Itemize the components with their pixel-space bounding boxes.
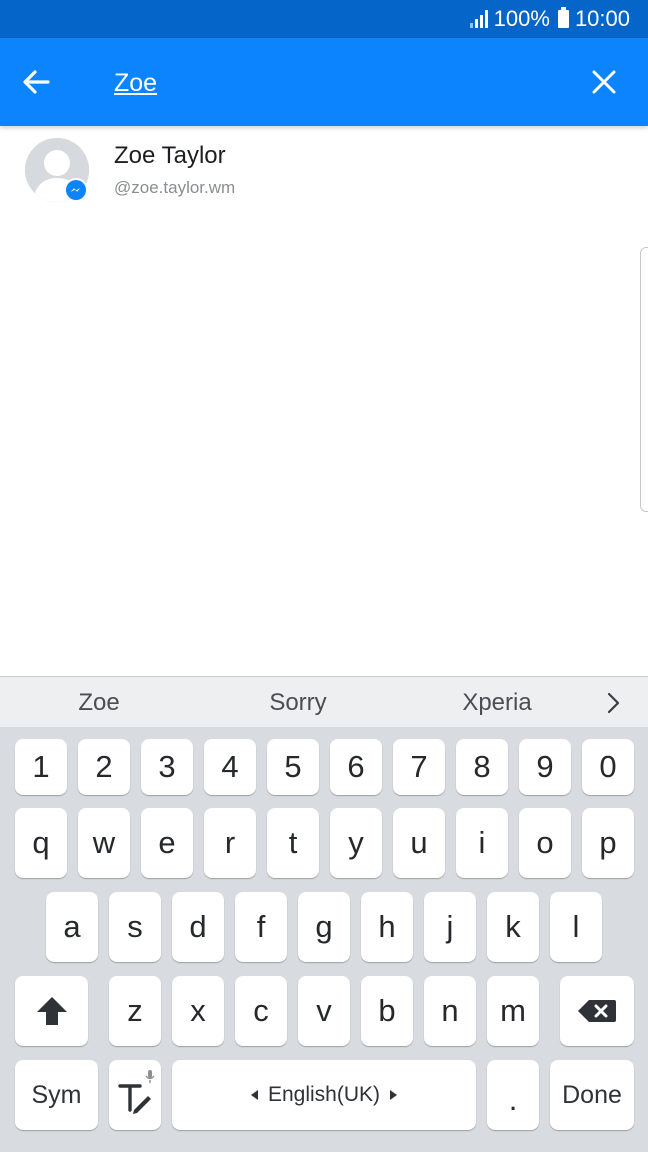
search-input[interactable]	[114, 66, 554, 100]
period-key[interactable]: .	[487, 1060, 539, 1130]
back-button[interactable]	[14, 60, 58, 104]
messenger-icon	[66, 180, 86, 200]
key-3[interactable]: 3	[141, 739, 193, 795]
key-s[interactable]: s	[109, 892, 161, 962]
key-0[interactable]: 0	[582, 739, 634, 795]
key-h[interactable]: h	[361, 892, 413, 962]
key-4[interactable]: 4	[204, 739, 256, 795]
key-j[interactable]: j	[424, 892, 476, 962]
key-o[interactable]: o	[519, 808, 571, 878]
text-format-icon	[118, 1070, 155, 1114]
key-i[interactable]: i	[456, 808, 508, 878]
suggestion-bar: Zoe Sorry Xperia	[0, 676, 648, 727]
language-right-arrow-icon	[390, 1090, 398, 1100]
battery-icon	[557, 7, 569, 28]
key-u[interactable]: u	[393, 808, 445, 878]
search-toolbar	[0, 38, 648, 126]
key-2[interactable]: 2	[78, 739, 130, 795]
key-t[interactable]: t	[267, 808, 319, 878]
key-d[interactable]: d	[172, 892, 224, 962]
key-b[interactable]: b	[361, 976, 413, 1046]
key-y[interactable]: y	[330, 808, 382, 878]
language-left-arrow-icon	[250, 1090, 258, 1100]
key-7[interactable]: 7	[393, 739, 445, 795]
app-screen: 100% 10:00 Zoe Zoe Taylor @zoe.taylor.wm…	[0, 0, 648, 1152]
edge-panel-handle[interactable]	[640, 247, 648, 512]
key-p[interactable]: p	[582, 808, 634, 878]
key-v[interactable]: v	[298, 976, 350, 1046]
key-z[interactable]: z	[109, 976, 161, 1046]
language-label: English(UK)	[267, 1083, 381, 1106]
messenger-badge	[64, 178, 88, 202]
key-9[interactable]: 9	[519, 739, 571, 795]
suggestion-item[interactable]: Sorry	[233, 677, 363, 728]
backspace-key[interactable]	[560, 976, 634, 1046]
key-f[interactable]: f	[235, 892, 287, 962]
sym-key[interactable]: Sym	[15, 1060, 98, 1130]
key-n[interactable]: n	[424, 976, 476, 1046]
key-r[interactable]: r	[204, 808, 256, 878]
shift-key[interactable]	[15, 976, 88, 1046]
text-format-key[interactable]	[109, 1060, 161, 1130]
key-1[interactable]: 1	[15, 739, 67, 795]
close-icon	[592, 70, 616, 94]
key-l[interactable]: l	[550, 892, 602, 962]
key-5[interactable]: 5	[267, 739, 319, 795]
shift-arrow-icon	[36, 997, 67, 1025]
key-q[interactable]: q	[15, 808, 67, 878]
key-m[interactable]: m	[487, 976, 539, 1046]
suggestion-item[interactable]: Xperia	[432, 677, 562, 728]
keyboard: Zoe Sorry Xperia 1 2 3 4 5 6 7 8 9 0 q w…	[0, 676, 648, 1152]
key-8[interactable]: 8	[456, 739, 508, 795]
more-suggestions-button[interactable]	[592, 677, 636, 728]
suggestion-item[interactable]: Zoe	[34, 677, 164, 728]
key-e[interactable]: e	[141, 808, 193, 878]
signal-icon	[469, 10, 488, 28]
key-6[interactable]: 6	[330, 739, 382, 795]
done-key[interactable]: Done	[550, 1060, 634, 1130]
status-bar: 100% 10:00	[0, 0, 648, 38]
status-time: 10:00	[574, 6, 630, 31]
key-w[interactable]: w	[78, 808, 130, 878]
battery-percent: 100%	[493, 6, 550, 31]
chevron-right-icon	[607, 692, 620, 714]
space-key[interactable]: English(UK)	[172, 1060, 476, 1130]
key-c[interactable]: c	[235, 976, 287, 1046]
key-k[interactable]: k	[487, 892, 539, 962]
back-arrow-icon	[23, 70, 50, 94]
clear-search-button[interactable]	[582, 60, 626, 104]
key-x[interactable]: x	[172, 976, 224, 1046]
search-result-item[interactable]: Zoe Taylor @zoe.taylor.wm	[0, 126, 648, 222]
key-g[interactable]: g	[298, 892, 350, 962]
result-name: Zoe Taylor	[114, 142, 226, 169]
key-a[interactable]: a	[46, 892, 98, 962]
result-handle: @zoe.taylor.wm	[114, 178, 236, 197]
backspace-icon	[578, 1000, 616, 1022]
